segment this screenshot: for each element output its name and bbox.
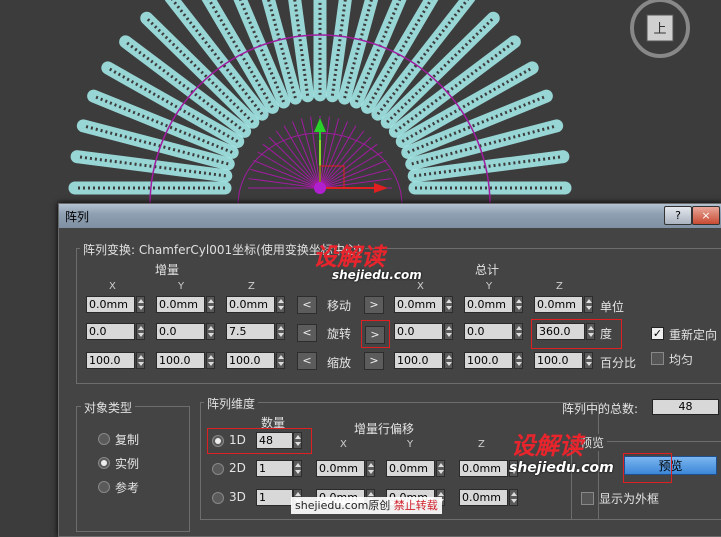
move-left-arrow-button[interactable]: < <box>297 296 317 314</box>
reference-radio[interactable] <box>98 481 110 493</box>
scale-left-arrow-button[interactable]: < <box>297 352 317 370</box>
total-count-label: 阵列中的总数: <box>562 402 639 416</box>
3d-radio[interactable] <box>212 492 224 504</box>
rotate-left-arrow-button[interactable]: < <box>297 324 317 342</box>
percent-label: 百分比 <box>600 356 637 370</box>
2d-radio[interactable] <box>212 463 224 475</box>
reorient-checkbox[interactable]: ✓ <box>651 327 664 340</box>
preview-highlight <box>623 453 672 483</box>
object-type-label: 对象类型 <box>81 399 136 416</box>
rotate-arrow-highlight <box>361 320 390 348</box>
watermark-brand: 设解读 <box>313 243 385 271</box>
watermark-footer: shejiedu.com原创 禁止转载 <box>291 497 442 514</box>
inc-z-header: Z <box>248 281 255 292</box>
array-dialog: 阵列 ? × 阵列变换: ChamferCyl001坐标(使用变换坐标中心) 增… <box>58 203 721 537</box>
dialog-titlebar[interactable]: 阵列 ? × <box>59 204 721 228</box>
scale-right-arrow-button[interactable]: > <box>364 352 384 370</box>
offset-x-header: X <box>340 439 347 450</box>
offset-y-header: Y <box>407 439 414 450</box>
units-label: 单位 <box>600 300 625 314</box>
reorient-label: 重新定向 <box>669 328 718 342</box>
array-dimensions-label: 阵列维度 <box>204 395 259 412</box>
footer-original: 原创 <box>368 499 391 512</box>
footer-site: shejiedu.com <box>295 499 369 512</box>
spoke-line <box>250 168 321 189</box>
3d-label: 3D <box>229 490 246 504</box>
tot-x-header: X <box>417 281 424 292</box>
watermark-site-2: shejiedu.com <box>509 460 614 476</box>
close-button[interactable]: × <box>692 206 720 225</box>
dialog-title: 阵列 <box>65 210 90 224</box>
1d-count-highlight <box>207 428 312 454</box>
total-label: 总计 <box>475 263 500 277</box>
uniform-label: 均匀 <box>669 353 694 367</box>
move-right-arrow-button[interactable]: > <box>364 296 384 314</box>
2d-label: 2D <box>229 461 246 475</box>
total-count-field: 48 <box>652 399 719 415</box>
tot-z-header: Z <box>556 281 563 292</box>
show-box-checkbox[interactable] <box>581 492 594 505</box>
move-label: 移动 <box>327 299 352 313</box>
reference-label: 参考 <box>115 481 140 495</box>
uniform-checkbox[interactable] <box>651 352 664 365</box>
rotate-label: 旋转 <box>327 327 352 341</box>
copy-label: 复制 <box>115 433 140 447</box>
tot-y-header: Y <box>486 281 493 292</box>
instance-label: 实例 <box>115 457 140 471</box>
inc-x-header: X <box>109 281 116 292</box>
watermark-site: shejiedu.com <box>332 268 422 282</box>
instance-radio[interactable] <box>98 457 110 469</box>
copy-radio[interactable] <box>98 433 110 445</box>
scale-label: 缩放 <box>327 356 352 370</box>
degrees-label: 度 <box>600 327 613 341</box>
svg-text:上: 上 <box>653 22 666 37</box>
footer-forbid: 禁止转载 <box>393 499 438 512</box>
watermark-brand-2: 设解读 <box>511 432 583 460</box>
viewcube-icon[interactable]: 上 <box>630 0 690 58</box>
show-box-label: 显示为外框 <box>599 492 660 506</box>
increment-label: 增量 <box>155 263 180 277</box>
inc-y-header: Y <box>178 281 185 292</box>
help-button[interactable]: ? <box>664 206 692 225</box>
row-offset-label: 增量行偏移 <box>354 422 415 436</box>
offset-z-header: Z <box>478 439 485 450</box>
